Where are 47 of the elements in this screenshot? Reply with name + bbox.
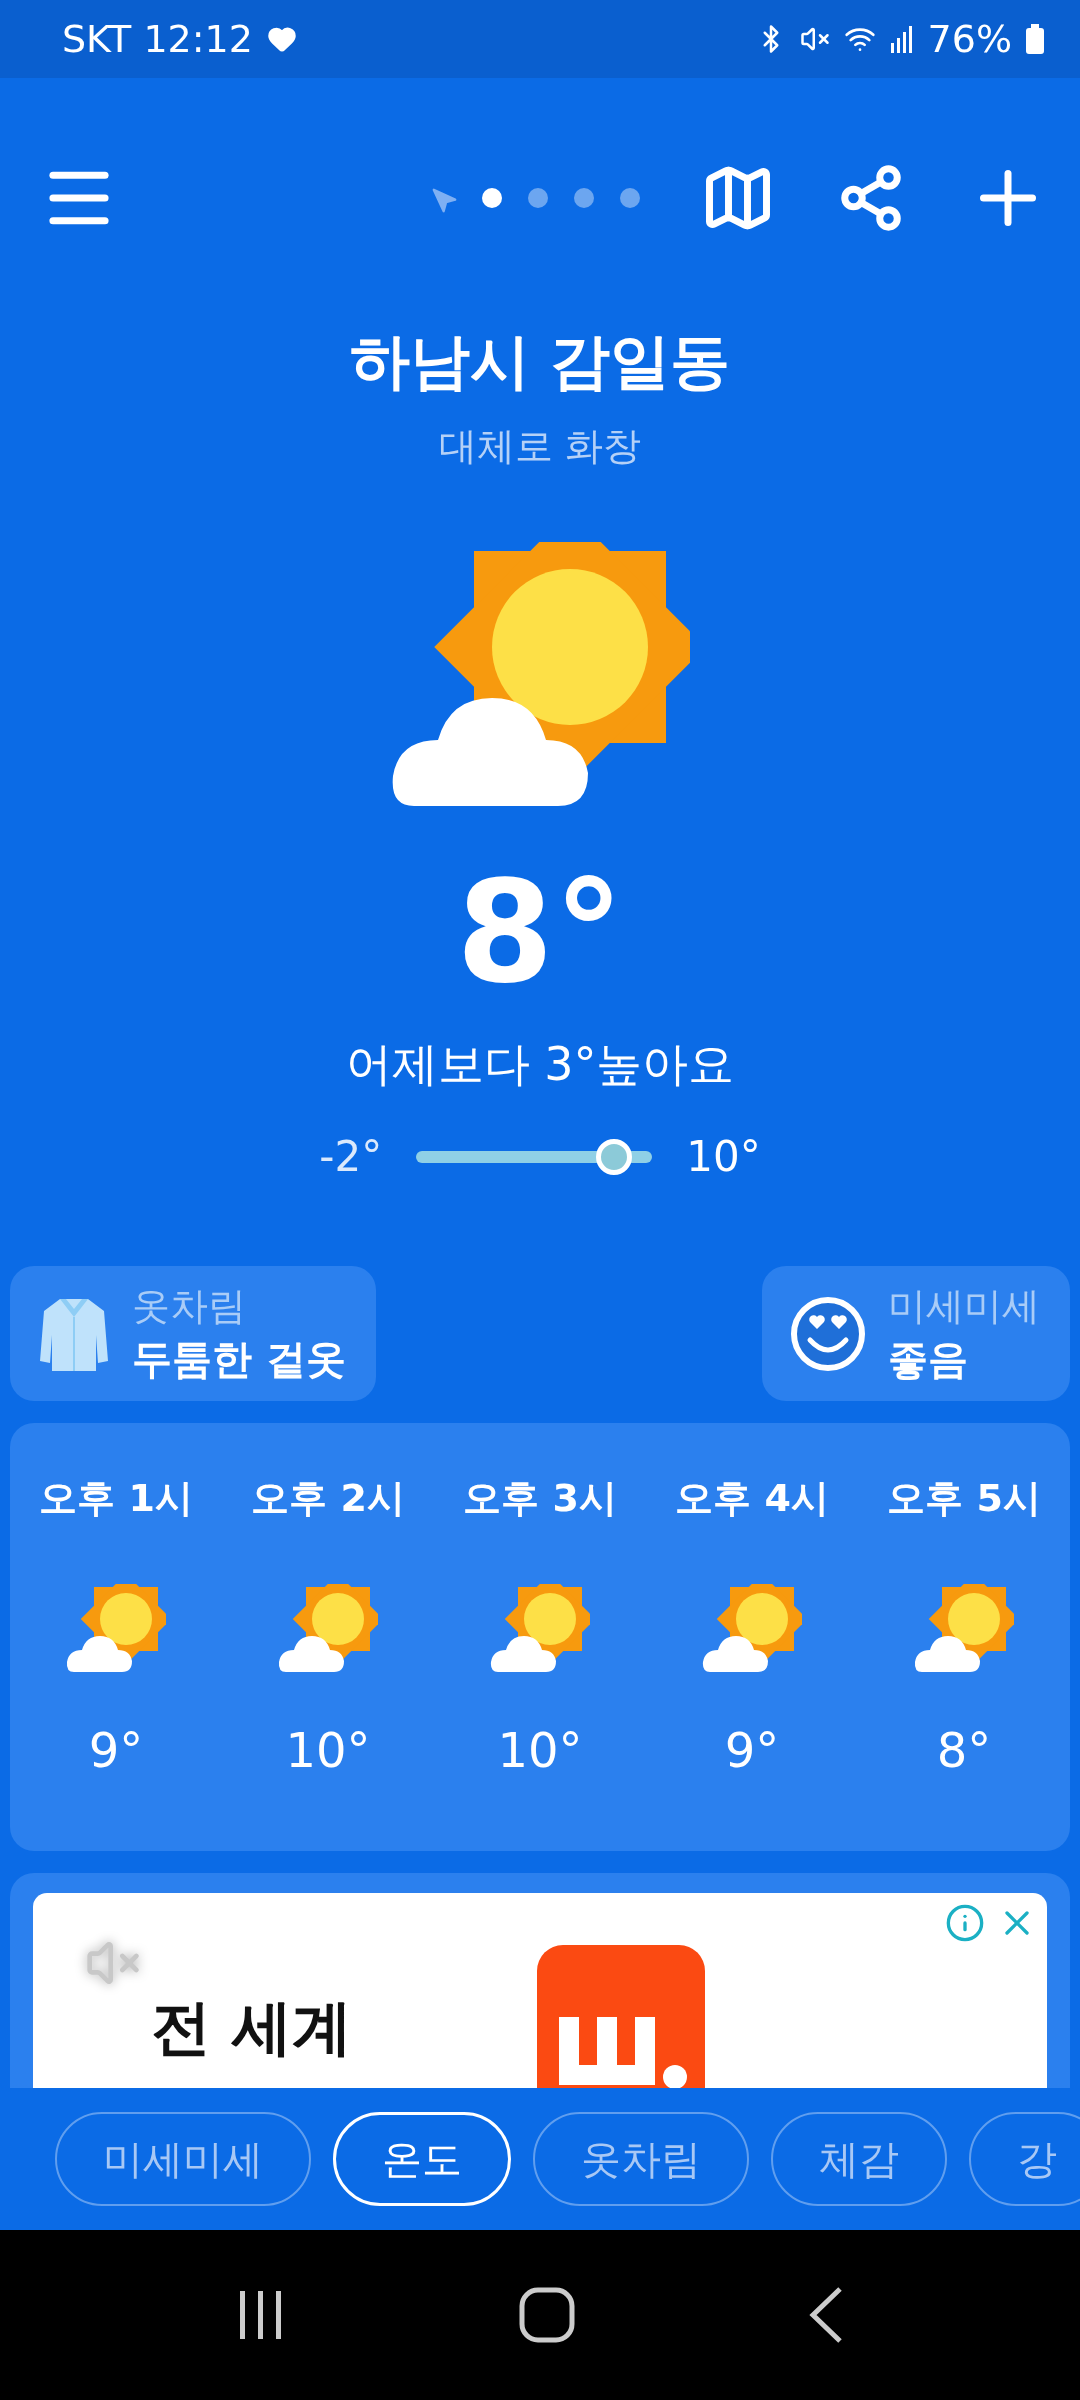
battery-icon — [1026, 24, 1044, 54]
page-dot[interactable] — [528, 188, 548, 208]
card-label: 미세미세 — [888, 1282, 1040, 1330]
category-tab[interactable]: 온도 — [333, 2112, 511, 2206]
category-tab[interactable]: 강 — [969, 2112, 1080, 2206]
info-card[interactable]: 옷차림 두툼한 겉옷 — [10, 1266, 376, 1401]
battery-percent: 76% — [927, 17, 1012, 61]
hour-temperature: 10° — [285, 1722, 371, 1778]
hour-time: 오후 2시 — [251, 1475, 405, 1522]
page-dot[interactable] — [574, 188, 594, 208]
sun-cloud-icon — [66, 1584, 166, 1674]
hour-temperature: 9° — [724, 1722, 780, 1778]
weather-condition: 대체로 화창 — [438, 423, 642, 470]
sun-cloud-icon — [278, 1584, 378, 1674]
sun-cloud-icon — [914, 1584, 1014, 1674]
home-icon[interactable] — [519, 2287, 575, 2343]
hour-time: 오후 3시 — [463, 1475, 617, 1522]
sun-cloud-icon — [490, 1584, 590, 1674]
high-temperature: 10° — [686, 1132, 761, 1181]
category-tab[interactable]: 옷차림 — [533, 2112, 749, 2206]
smiley-icon — [790, 1295, 866, 1372]
back-icon[interactable] — [807, 2286, 844, 2344]
card-label: 옷차림 — [132, 1282, 247, 1330]
carrier-time: SKT 12:12 — [62, 17, 253, 61]
hour-time: 오후 4시 — [675, 1475, 829, 1522]
ad-banner[interactable]: 전 세계 — [33, 1893, 1047, 2088]
current-temperature: 8° — [456, 856, 624, 1010]
info-icon[interactable] — [945, 1903, 985, 1943]
category-tab[interactable]: 체감 — [771, 2112, 947, 2206]
hour-time: 오후 1시 — [39, 1475, 193, 1522]
card-value: 좋음 — [888, 1334, 969, 1384]
ad-headline: 전 세계 — [151, 1997, 352, 2057]
info-card[interactable]: 미세미세 좋음 — [762, 1266, 1070, 1401]
page-dot[interactable] — [482, 188, 502, 208]
app-logo-icon — [537, 1945, 705, 2088]
hour-temperature: 10° — [497, 1722, 583, 1778]
category-tab[interactable]: 미세미세 — [55, 2112, 311, 2206]
card-value: 두툼한 겉옷 — [132, 1334, 346, 1384]
hour-time: 오후 5시 — [887, 1475, 1041, 1522]
temperature-comparison: 어제보다 3°높아요 — [345, 1036, 735, 1093]
hour-temperature: 8° — [936, 1722, 992, 1778]
hour-temperature: 9° — [88, 1722, 144, 1778]
page-dot[interactable] — [620, 188, 640, 208]
sun-cloud-icon — [702, 1584, 802, 1674]
location-title: 하남시 감일동 — [349, 325, 731, 398]
low-temperature: -2° — [319, 1132, 383, 1181]
signal-icon — [889, 25, 914, 53]
